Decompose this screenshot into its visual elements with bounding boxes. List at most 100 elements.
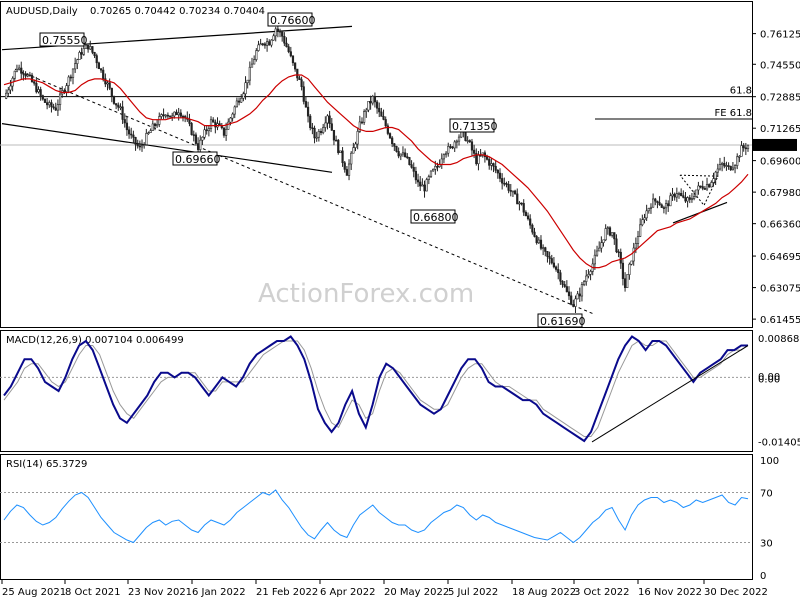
candle-body [365, 109, 368, 112]
candle-body [533, 231, 536, 237]
candle-body [5, 92, 8, 99]
candle-body [80, 52, 83, 55]
candle-body [350, 152, 353, 165]
candle-body [132, 134, 135, 138]
candle-body [524, 211, 527, 217]
candle-body [658, 202, 661, 206]
rsi-ytick-label: 0 [760, 571, 766, 582]
candle-body [576, 293, 579, 300]
candle-body [67, 76, 70, 86]
candle-body [649, 206, 653, 209]
candle-body [578, 293, 581, 297]
candle-body [63, 90, 66, 92]
candle-body [177, 112, 180, 116]
x-tick-label: 5 Jul 2022 [448, 587, 498, 598]
price-label-text: 0.76600 [270, 14, 316, 27]
candle-body [548, 256, 551, 259]
candle-body [449, 146, 452, 148]
candle-body [705, 184, 709, 190]
candle-body [716, 168, 719, 173]
x-tick-label: 30 Dec 2022 [704, 587, 768, 598]
candle-body [554, 266, 558, 270]
candle-body [134, 137, 137, 145]
candle-body [397, 151, 400, 157]
candle-body [261, 43, 264, 46]
candle-body [115, 103, 118, 106]
candle-body [563, 284, 566, 287]
candle-body [602, 239, 605, 243]
candle-body [617, 251, 620, 254]
candle-body [274, 28, 277, 37]
candle-body [680, 193, 683, 196]
candle-body [699, 185, 702, 188]
candle-body [669, 195, 672, 207]
candle-body [270, 39, 273, 46]
candle-body [253, 59, 256, 65]
candle-body [444, 152, 448, 156]
candle-body [632, 247, 635, 262]
candle-body [203, 129, 206, 138]
candle-body [412, 167, 415, 172]
candle-body [74, 63, 77, 70]
candle-body [667, 203, 670, 207]
candle-body [468, 140, 471, 143]
candle-body [82, 48, 85, 55]
price-ytick-label: 0.71265 [760, 124, 800, 135]
candle-body [671, 193, 674, 197]
candle-body [382, 116, 385, 120]
candle-body [300, 79, 303, 87]
rsi-title: RSI(14) 65.3729 [6, 459, 87, 470]
candle-body [630, 260, 633, 265]
candle-body [516, 193, 519, 205]
candle-body [419, 181, 422, 187]
candle-body [281, 31, 284, 37]
candle-body [123, 119, 126, 124]
candle-body [110, 87, 113, 97]
candle-body [473, 149, 476, 154]
candle-body [296, 68, 299, 79]
candle-body [30, 74, 34, 83]
candle-body [69, 76, 72, 79]
candle-body [686, 197, 689, 202]
candle-body [710, 182, 713, 188]
candle-body [723, 163, 726, 167]
candle-body [684, 197, 687, 202]
candle-body [140, 145, 144, 148]
candle-body [287, 46, 290, 52]
candle-body [199, 139, 202, 150]
candle-body [447, 146, 450, 154]
candle-body [692, 196, 696, 199]
candle-body [453, 141, 456, 149]
candle-body [466, 140, 469, 142]
candle-body [507, 184, 510, 191]
candle-body [50, 102, 53, 108]
candle-body [531, 224, 534, 233]
candle-body [54, 107, 57, 111]
candle-body [175, 111, 178, 116]
candle-body [306, 106, 310, 117]
candle-body [99, 68, 103, 71]
candle-body [237, 100, 241, 103]
candle-body [214, 121, 217, 128]
candle-body [302, 86, 305, 102]
candle-body [518, 202, 521, 205]
price-label-text: 0.61690 [540, 315, 586, 328]
candle-body [416, 179, 420, 183]
x-tick-label: 3 Oct 2022 [574, 587, 629, 598]
price-ytick-label: 0.72885 [760, 93, 800, 104]
candle-body [313, 127, 316, 139]
candle-body [179, 112, 182, 117]
candle-body [738, 156, 741, 158]
price-ytick-label: 0.76125 [760, 30, 800, 41]
candle-body [171, 115, 174, 118]
candle-body [606, 227, 609, 230]
candle-body [537, 239, 540, 244]
candle-body [490, 163, 493, 166]
candle-body [522, 203, 525, 213]
candle-body [744, 147, 747, 150]
candle-body [246, 79, 249, 84]
rsi-ytick-label: 70 [760, 489, 773, 500]
candle-body [731, 167, 735, 171]
candle-body [160, 114, 163, 117]
candle-body [550, 258, 553, 264]
